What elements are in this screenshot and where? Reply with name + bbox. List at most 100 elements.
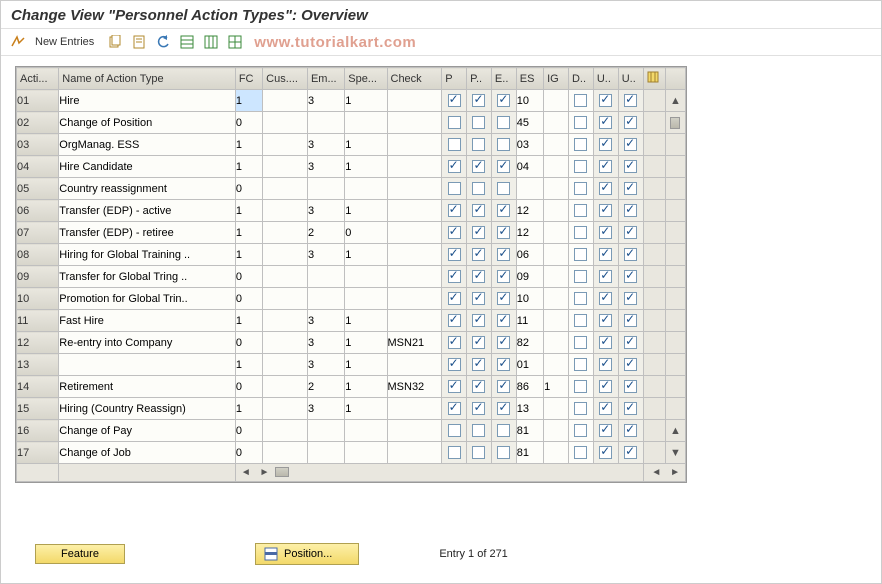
row-ig[interactable] xyxy=(544,244,569,266)
row-ig[interactable] xyxy=(544,354,569,376)
checkbox[interactable] xyxy=(624,182,637,195)
row-fc[interactable]: 1 xyxy=(235,156,262,178)
row-e[interactable] xyxy=(491,134,516,156)
row-p2[interactable] xyxy=(467,376,492,398)
checkbox[interactable] xyxy=(574,314,587,327)
row-es[interactable]: 10 xyxy=(516,90,543,112)
row-es[interactable]: 10 xyxy=(516,288,543,310)
checkbox[interactable] xyxy=(574,138,587,151)
copy-icon[interactable] xyxy=(106,33,124,51)
row-ig[interactable] xyxy=(544,332,569,354)
checkbox[interactable] xyxy=(497,204,510,217)
row-d[interactable] xyxy=(568,112,593,134)
checkbox[interactable] xyxy=(448,424,461,437)
row-p1[interactable] xyxy=(442,90,467,112)
col-name[interactable]: Name of Action Type xyxy=(59,68,236,90)
row-cus[interactable] xyxy=(263,222,308,244)
row-name[interactable]: Retirement xyxy=(59,376,236,398)
row-d[interactable] xyxy=(568,90,593,112)
row-action[interactable]: 13 xyxy=(17,354,59,376)
table-row[interactable]: 15Hiring (Country Reassign)13113 xyxy=(17,398,686,420)
row-name[interactable]: Hiring (Country Reassign) xyxy=(59,398,236,420)
row-cus[interactable] xyxy=(263,332,308,354)
row-es[interactable]: 03 xyxy=(516,134,543,156)
row-ig[interactable] xyxy=(544,310,569,332)
row-ig[interactable] xyxy=(544,420,569,442)
checkbox[interactable] xyxy=(472,336,485,349)
row-ig[interactable] xyxy=(544,134,569,156)
checkbox[interactable] xyxy=(624,380,637,393)
checkbox[interactable] xyxy=(472,402,485,415)
row-u1[interactable] xyxy=(593,244,618,266)
row-action[interactable]: 17 xyxy=(17,442,59,464)
row-cus[interactable] xyxy=(263,134,308,156)
row-u1[interactable] xyxy=(593,442,618,464)
row-em[interactable]: 3 xyxy=(307,134,344,156)
row-p1[interactable] xyxy=(442,244,467,266)
row-cus[interactable] xyxy=(263,398,308,420)
checkbox[interactable] xyxy=(599,160,612,173)
col-e[interactable]: E.. xyxy=(491,68,516,90)
row-u1[interactable] xyxy=(593,288,618,310)
row-es[interactable]: 09 xyxy=(516,266,543,288)
row-p2[interactable] xyxy=(467,332,492,354)
checkbox[interactable] xyxy=(448,204,461,217)
row-p1[interactable] xyxy=(442,398,467,420)
col-fc[interactable]: FC xyxy=(235,68,262,90)
hscroll-right[interactable]: ► xyxy=(257,467,273,478)
row-u1[interactable] xyxy=(593,376,618,398)
row-cus[interactable] xyxy=(263,156,308,178)
checkbox[interactable] xyxy=(599,358,612,371)
row-em[interactable]: 2 xyxy=(307,376,344,398)
row-es[interactable]: 13 xyxy=(516,398,543,420)
row-u2[interactable] xyxy=(618,288,643,310)
row-u2[interactable] xyxy=(618,222,643,244)
checkbox[interactable] xyxy=(599,402,612,415)
row-p1[interactable] xyxy=(442,442,467,464)
checkbox[interactable] xyxy=(448,402,461,415)
col-em[interactable]: Em... xyxy=(307,68,344,90)
row-u2[interactable] xyxy=(618,442,643,464)
hscroll-left[interactable]: ◄ xyxy=(238,467,254,478)
checkbox[interactable] xyxy=(472,380,485,393)
row-d[interactable] xyxy=(568,398,593,420)
row-cus[interactable] xyxy=(263,266,308,288)
checkbox[interactable] xyxy=(448,226,461,239)
table-row[interactable]: 11Fast Hire13111 xyxy=(17,310,686,332)
row-name[interactable]: Transfer for Global Tring .. xyxy=(59,266,236,288)
checkbox[interactable] xyxy=(574,292,587,305)
checkbox[interactable] xyxy=(448,116,461,129)
checkbox[interactable] xyxy=(624,138,637,151)
row-p2[interactable] xyxy=(467,288,492,310)
row-action[interactable]: 07 xyxy=(17,222,59,244)
checkbox[interactable] xyxy=(599,204,612,217)
row-check[interactable] xyxy=(387,178,442,200)
row-check[interactable] xyxy=(387,288,442,310)
row-p2[interactable] xyxy=(467,90,492,112)
vscroll-up2[interactable]: ▲ xyxy=(667,425,684,437)
row-p2[interactable] xyxy=(467,222,492,244)
checkbox[interactable] xyxy=(599,94,612,107)
checkbox[interactable] xyxy=(497,116,510,129)
undo-icon[interactable] xyxy=(154,33,172,51)
row-spe[interactable]: 1 xyxy=(345,244,387,266)
row-p2[interactable] xyxy=(467,112,492,134)
row-es[interactable]: 86 xyxy=(516,376,543,398)
row-fc[interactable]: 1 xyxy=(235,222,262,244)
checkbox[interactable] xyxy=(599,248,612,261)
checkbox[interactable] xyxy=(497,270,510,283)
row-fc[interactable]: 0 xyxy=(235,266,262,288)
row-es[interactable]: 45 xyxy=(516,112,543,134)
vscroll-thumb[interactable] xyxy=(670,117,680,129)
row-em[interactable]: 3 xyxy=(307,156,344,178)
checkbox[interactable] xyxy=(599,424,612,437)
row-p2[interactable] xyxy=(467,178,492,200)
row-fc[interactable]: 0 xyxy=(235,178,262,200)
row-p2[interactable] xyxy=(467,134,492,156)
checkbox[interactable] xyxy=(448,248,461,261)
row-em[interactable]: 3 xyxy=(307,332,344,354)
row-fc[interactable]: 1 xyxy=(235,244,262,266)
row-e[interactable] xyxy=(491,288,516,310)
row-em[interactable]: 3 xyxy=(307,244,344,266)
checkbox[interactable] xyxy=(574,424,587,437)
